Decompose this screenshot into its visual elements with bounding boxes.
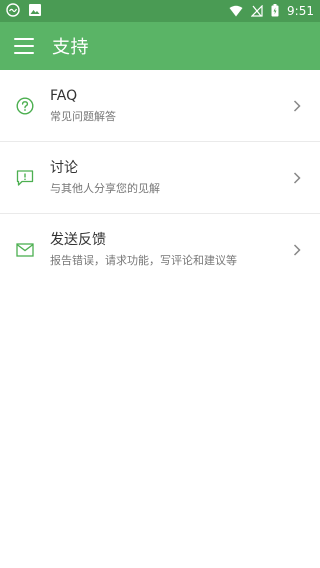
list-item-title: 讨论 (50, 159, 78, 176)
battery-icon (271, 2, 279, 21)
list-item-discussion[interactable]: 讨论 与其他人分享您的见解 (0, 142, 320, 214)
support-list: FAQ 常见问题解答 讨论 与其他人分享您的见解 发送反馈 报告错误，请求功能，… (0, 70, 320, 286)
list-item-title: 发送反馈 (50, 232, 106, 248)
feedback-icon (16, 169, 34, 187)
list-item-faq[interactable]: FAQ 常见问题解答 (0, 70, 320, 142)
status-time: 9:51 (287, 4, 314, 18)
chevron-right-icon (292, 244, 302, 256)
app-bar: 支持 (0, 22, 320, 70)
list-item-subtitle: 与其他人分享您的见解 (50, 181, 160, 195)
help-circle-icon (16, 96, 34, 115)
list-item-subtitle: 报告错误，请求功能，写评论和建议等 (50, 254, 237, 267)
list-item-send-feedback[interactable]: 发送反馈 报告错误，请求功能，写评论和建议等 (0, 214, 320, 286)
list-item-title: FAQ (50, 87, 78, 104)
signal-icon (250, 2, 263, 21)
image-notification-icon (28, 2, 42, 21)
mail-icon (16, 241, 34, 259)
chevron-right-icon (292, 171, 302, 184)
status-bar: 9:51 (0, 0, 320, 22)
menu-icon[interactable] (14, 38, 34, 54)
wifi-icon (229, 2, 243, 21)
chevron-right-icon (292, 99, 302, 112)
page-title: 支持 (52, 37, 89, 58)
app-notification-icon (6, 2, 20, 21)
list-item-subtitle: 常见问题解答 (50, 109, 116, 123)
